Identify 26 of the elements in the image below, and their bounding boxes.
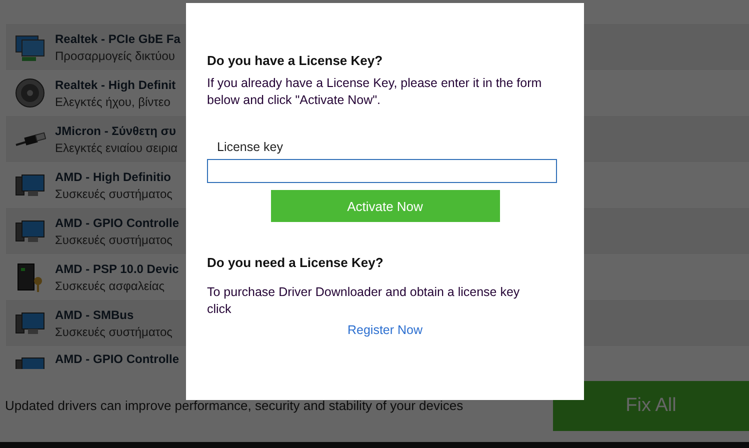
device-name: AMD - PSP 10.0 Devic <box>55 262 179 276</box>
fix-all-button[interactable]: Fix All <box>553 380 749 430</box>
activate-now-button[interactable]: Activate Now <box>270 190 500 222</box>
device-category: Συσκευές συστήματος <box>55 232 174 246</box>
speaker-icon <box>14 77 46 109</box>
dialog-heading: Do you have a License Key? <box>207 53 383 68</box>
footer-message: Updated drivers can improve performance, security and stability of your devices <box>4 398 464 413</box>
device-category: Προσαρμογείς δικτύου <box>55 48 176 62</box>
dialog-text: If you already have a License Key, please enter it in the form below and click "Activate Now". <box>207 75 543 109</box>
device-category: Ελεγκτές ήχου, βίντεο <box>55 94 172 108</box>
register-now-link[interactable]: Register Now <box>347 323 423 337</box>
device-name: Realtek - PCIe GbE Fa <box>55 32 180 46</box>
device-name: AMD - GPIO Controlle <box>55 216 179 230</box>
device-category: Ελεγκτές ενιαίου σειρια <box>55 140 178 154</box>
field-label: License key <box>217 140 284 154</box>
device-category: Συσκευές συστήματος <box>55 324 172 338</box>
device-name: JMicron - Σύνθετη συ <box>55 124 177 138</box>
dialog-heading: Do you need a License Key? <box>207 255 384 270</box>
license-key-field[interactable] <box>207 159 557 183</box>
device-name: Realtek - High Definit <box>55 78 176 92</box>
device-name: AMD - GPIO Controlle <box>55 352 179 366</box>
dialog-text: To purchase Driver Downloader and obtain a license key click <box>207 284 521 318</box>
device-name: AMD - SMBus <box>55 308 135 322</box>
device-category: Συσκευές συστήματος <box>55 186 172 200</box>
device-category: Συσκευές ασφαλείας <box>55 278 166 292</box>
device-name: AMD - High Definitio <box>55 170 172 184</box>
